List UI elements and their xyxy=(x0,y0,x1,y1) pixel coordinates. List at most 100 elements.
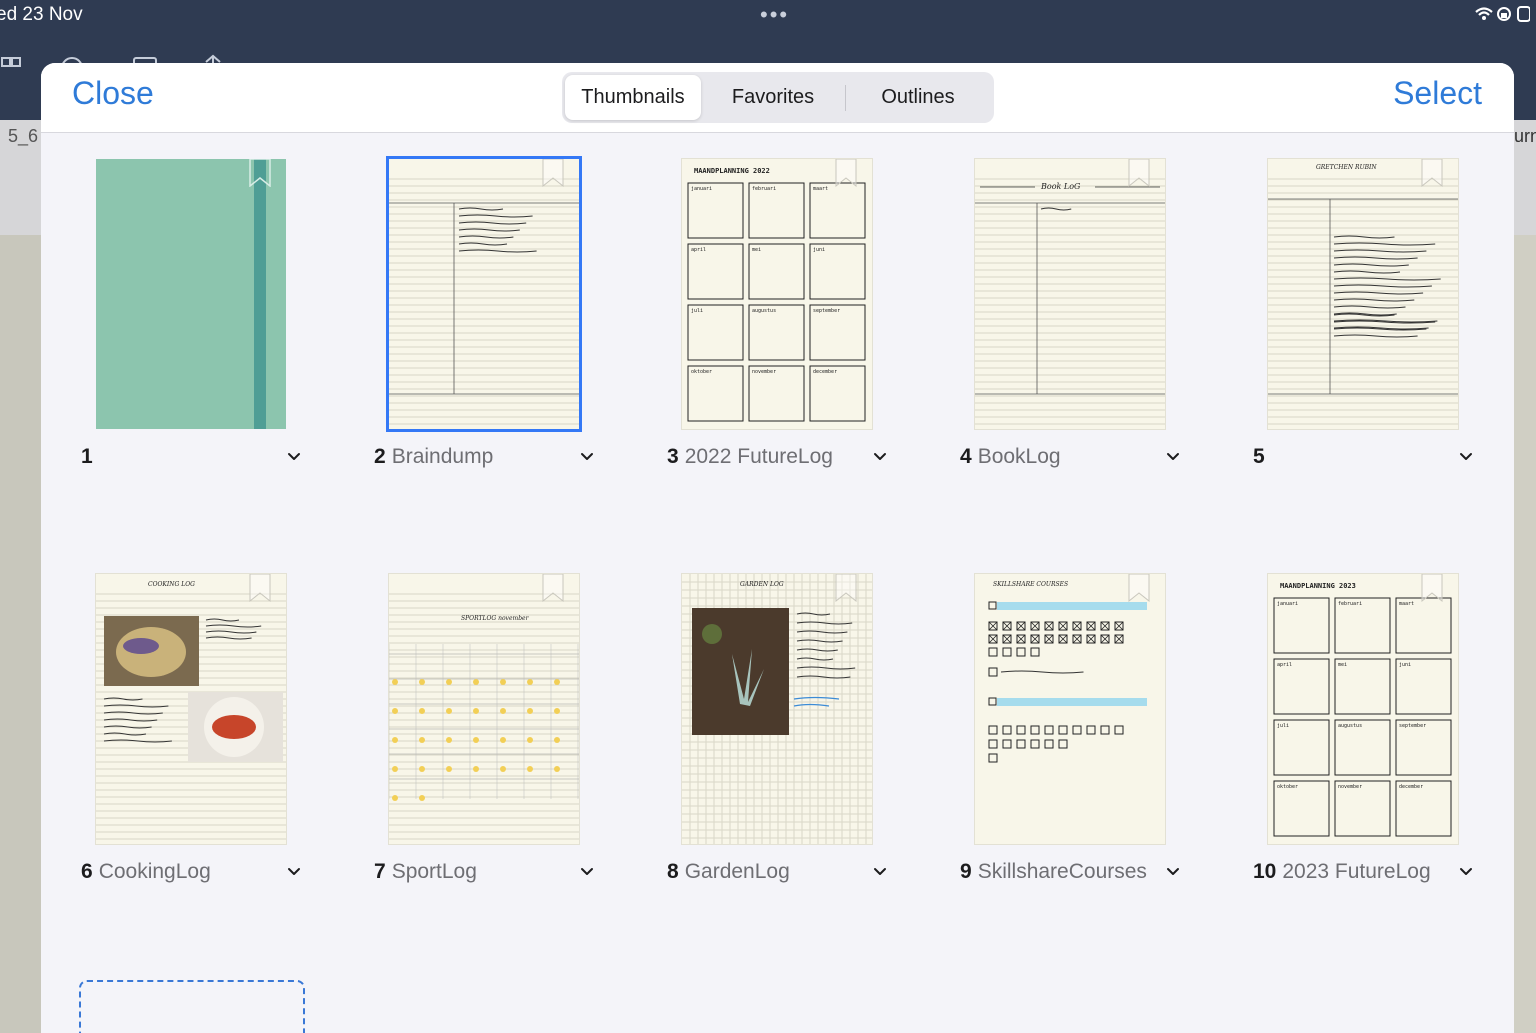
month-label: januari xyxy=(691,186,712,192)
page-label: 4 BookLog xyxy=(960,445,1190,469)
background-tab-label-right: urn xyxy=(1514,126,1536,146)
bookmark-icon[interactable] xyxy=(542,159,564,187)
bookmark-icon[interactable] xyxy=(1421,159,1443,187)
page-number: 3 xyxy=(667,445,679,468)
page-label: 7 SportLog xyxy=(374,860,604,884)
page-number: 6 xyxy=(81,860,93,883)
month-label: april xyxy=(691,247,706,253)
tab-thumbnails[interactable]: Thumbnails xyxy=(565,75,701,120)
bookmark-icon[interactable] xyxy=(835,159,857,187)
page-title: SkillshareCourses xyxy=(977,860,1147,883)
page-thumbnail[interactable] xyxy=(96,159,286,429)
month-label: februari xyxy=(752,186,776,192)
bookmark-icon[interactable] xyxy=(542,574,564,602)
chevron-down-icon[interactable] xyxy=(578,447,596,465)
page-label: 2 Braindump xyxy=(374,445,604,469)
month-label: september xyxy=(1399,723,1426,729)
thumbnail-heading: SPORTLOG november xyxy=(461,615,530,622)
month-label: juli xyxy=(691,308,703,314)
month-label: maart xyxy=(813,186,828,192)
month-label: mei xyxy=(752,247,761,253)
add-page-placeholder[interactable] xyxy=(79,980,305,1033)
month-label: juni xyxy=(813,247,825,253)
month-label: oktober xyxy=(1277,784,1298,790)
bookmark-icon[interactable] xyxy=(249,159,271,187)
tab-favorites[interactable]: Favorites xyxy=(701,75,845,120)
status-bar: ed 23 Nov ••• xyxy=(0,0,1536,34)
page-thumbnail[interactable]: GRETCHEN RUBIN xyxy=(1268,159,1458,429)
chevron-down-icon[interactable] xyxy=(1164,447,1182,465)
status-date: ed 23 Nov xyxy=(0,4,83,25)
month-label: november xyxy=(752,369,776,375)
page-navigator-sheet: Close Thumbnails Favorites Outlines Sele… xyxy=(41,63,1514,1033)
month-label: juni xyxy=(1399,662,1411,668)
page-label: 6 CookingLog xyxy=(81,860,311,884)
thumbnail-heading: COOKING LOG xyxy=(148,581,195,588)
bookmark-icon[interactable] xyxy=(1128,159,1150,187)
page-title: 2022 FutureLog xyxy=(684,445,833,468)
page-label: 3 2022 FutureLog xyxy=(667,445,897,469)
month-label: november xyxy=(1338,784,1362,790)
chevron-down-icon[interactable] xyxy=(871,862,889,880)
chevron-down-icon[interactable] xyxy=(1457,447,1475,465)
thumbnail-heading: Book LoG xyxy=(1040,182,1081,191)
sheet-header: Close Thumbnails Favorites Outlines Sele… xyxy=(41,63,1514,133)
thumbnail-heading: GARDEN LOG xyxy=(740,581,784,588)
view-segmented-control: Thumbnails Favorites Outlines xyxy=(562,72,994,123)
page-label: 8 GardenLog xyxy=(667,860,897,884)
page-title: Braindump xyxy=(391,445,494,468)
page-title: SportLog xyxy=(391,860,477,883)
background-tab-label: 5_6 xyxy=(8,126,39,146)
page-thumbnail[interactable]: SKILLSHARE COURSES xyxy=(975,574,1165,844)
month-label: augustus xyxy=(1338,723,1362,729)
page-thumbnail[interactable]: COOKING LOG xyxy=(96,574,286,844)
chevron-down-icon[interactable] xyxy=(285,862,303,880)
select-button[interactable]: Select xyxy=(1393,75,1482,112)
bookmark-icon[interactable] xyxy=(249,574,271,602)
month-label: februari xyxy=(1338,601,1362,607)
month-label: december xyxy=(1399,784,1423,790)
month-label: september xyxy=(813,308,840,314)
page-number: 9 xyxy=(960,860,972,883)
bookmark-icon[interactable] xyxy=(1128,574,1150,602)
page-label: 9 SkillshareCourses xyxy=(960,860,1190,884)
page-number: 10 xyxy=(1253,860,1277,883)
month-label: maart xyxy=(1399,601,1414,607)
bookmark-icon[interactable] xyxy=(835,574,857,602)
chevron-down-icon[interactable] xyxy=(285,447,303,465)
month-label: december xyxy=(813,369,837,375)
thumbnail-heading: SKILLSHARE COURSES xyxy=(993,581,1068,588)
page-thumbnail[interactable]: GARDEN LOG xyxy=(682,574,872,844)
month-label: augustus xyxy=(752,308,776,314)
month-label: april xyxy=(1277,662,1292,668)
chevron-down-icon[interactable] xyxy=(578,862,596,880)
close-button[interactable]: Close xyxy=(72,75,154,112)
thumbnail-heading: GRETCHEN RUBIN xyxy=(1316,164,1377,171)
month-label: juli xyxy=(1277,723,1289,729)
system-status-icons xyxy=(1474,4,1531,29)
chevron-down-icon[interactable] xyxy=(1457,862,1475,880)
page-thumbnail[interactable]: Book LoG xyxy=(975,159,1165,429)
page-thumbnail[interactable]: SPORTLOG november xyxy=(389,574,579,844)
page-thumbnail[interactable]: MAANDPLANNING 2023 januari februari maart ap… xyxy=(1268,574,1458,844)
thumbnail-heading: MAANDPLANNING 2023 xyxy=(1280,582,1356,590)
page-title: 2023 FutureLog xyxy=(1282,860,1431,883)
page-title: GardenLog xyxy=(684,860,790,883)
page-thumbnail[interactable] xyxy=(389,159,579,429)
page-number: 7 xyxy=(374,860,386,883)
page-label: 5 xyxy=(1253,445,1483,469)
page-number: 1 xyxy=(81,445,93,468)
chevron-down-icon[interactable] xyxy=(871,447,889,465)
page-thumbnail[interactable]: MAANDPLANNING 2022 januari februari maart ap… xyxy=(682,159,872,429)
multitasking-dots-icon[interactable]: ••• xyxy=(760,2,789,28)
background-page-left: 5_6 xyxy=(0,120,41,1033)
page-label: 10 2023 FutureLog xyxy=(1253,860,1483,884)
month-label: januari xyxy=(1277,601,1298,607)
page-number: 4 xyxy=(960,445,972,468)
tab-outlines[interactable]: Outlines xyxy=(846,75,990,120)
page-title: BookLog xyxy=(977,445,1061,468)
background-page-right: urn xyxy=(1514,120,1536,1033)
month-label: oktober xyxy=(691,369,712,375)
bookmark-icon[interactable] xyxy=(1421,574,1443,602)
chevron-down-icon[interactable] xyxy=(1164,862,1182,880)
